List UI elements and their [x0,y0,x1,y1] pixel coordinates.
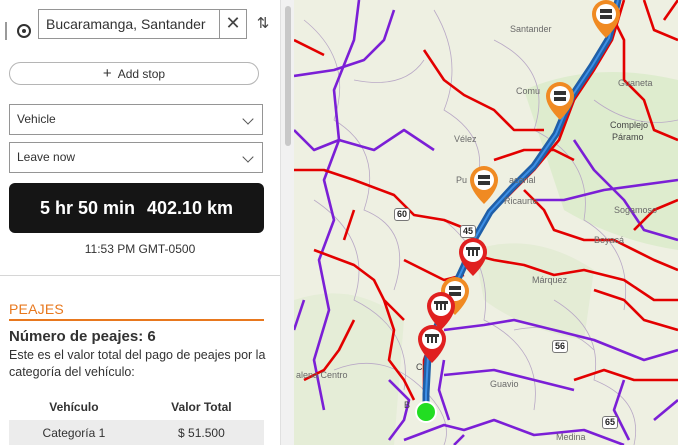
map-label-acanal: acanal [509,175,536,185]
scrollbar-thumb[interactable] [285,6,291,146]
map-label-ci: Ci [416,362,425,372]
toll-table-header-total: Valor Total [171,400,232,414]
toll-total-value: $ 51.500 [138,420,264,445]
map-view[interactable]: Santander Guaneta Comu Complejo Páramo V… [294,0,678,445]
origin-point-icon[interactable] [415,401,437,423]
toll-table: Vehículo Valor Total Categoría 1 $ 51.50… [9,394,264,445]
arrival-time: 11:53 PM GMT-0500 [84,242,196,256]
travel-mode-select[interactable]: Vehicle [9,104,263,135]
route-shield-65: 65 [602,416,619,429]
map-label-paramo: Páramo [612,132,644,142]
map-label-medina: Medina [556,432,586,442]
map-label-complejo: Complejo [610,120,649,130]
tolls-section-underline [9,319,264,321]
route-duration: 5 hr 50 min [39,197,135,218]
add-stop-label: Add stop [117,66,166,81]
map-label-guavio: Guavio [490,379,519,389]
destination-stop-icon [17,24,31,38]
clear-destination-button[interactable]: ✕ [219,9,247,39]
map-label-marquez: Márquez [532,275,568,285]
route-summary: 5 hr 50 min 402.10 km [9,183,264,233]
table-row: Categoría 1 $ 51.500 [9,420,264,445]
route-shield-60: 60 [394,208,411,221]
map-label-ricaurte: Ricaurte [504,196,538,206]
departure-time-select[interactable]: Leave now [9,142,263,173]
map-canvas[interactable] [294,0,678,445]
toll-table-header: Vehículo Valor Total [9,394,264,420]
destination-input[interactable]: Bucaramanga, Santander [38,9,220,39]
directions-panel: Bucaramanga, Santander ✕ ⇅ + Add stop Ve… [0,0,280,445]
map-label-alena-centro: alena Centro [296,370,348,380]
add-stop-button[interactable]: + Add stop [9,62,259,85]
divider [0,275,280,276]
tolls-section-title: PEAJES [9,301,64,317]
toll-vehicle-category: Categoría 1 [9,420,139,445]
map-label-sogamoso: Sogamoso [614,205,658,215]
plus-icon: + [102,64,112,82]
map-label-boyaca: Boyacá [594,235,625,245]
departure-time-value: Leave now [17,150,76,164]
route-distance: 402.10 km [146,197,234,218]
toll-count: Número de peajes: 6 [9,328,156,345]
map-label-guaneta: Guaneta [618,78,653,88]
map-label-velez: Vélez [454,134,477,144]
route-shield-45: 45 [460,225,477,238]
swap-stops-icon[interactable]: ⇅ [252,12,274,36]
toll-description: Este es el valor total del pago de peaje… [9,348,266,379]
chevron-down-icon [242,113,254,125]
map-label-b: B [404,400,411,410]
stop-drag-handle[interactable] [5,22,7,40]
panel-scrollbar[interactable] [280,0,294,445]
chevron-down-icon [242,151,254,163]
map-label-comu: Comu [516,86,541,96]
map-label-pu: Pu [456,175,468,185]
travel-mode-value: Vehicle [17,112,56,126]
map-label-santander: Santander [510,24,552,34]
route-app: Bucaramanga, Santander ✕ ⇅ + Add stop Ve… [0,0,678,445]
route-shield-56: 56 [552,340,569,353]
toll-table-header-vehicle: Vehículo [49,400,99,414]
